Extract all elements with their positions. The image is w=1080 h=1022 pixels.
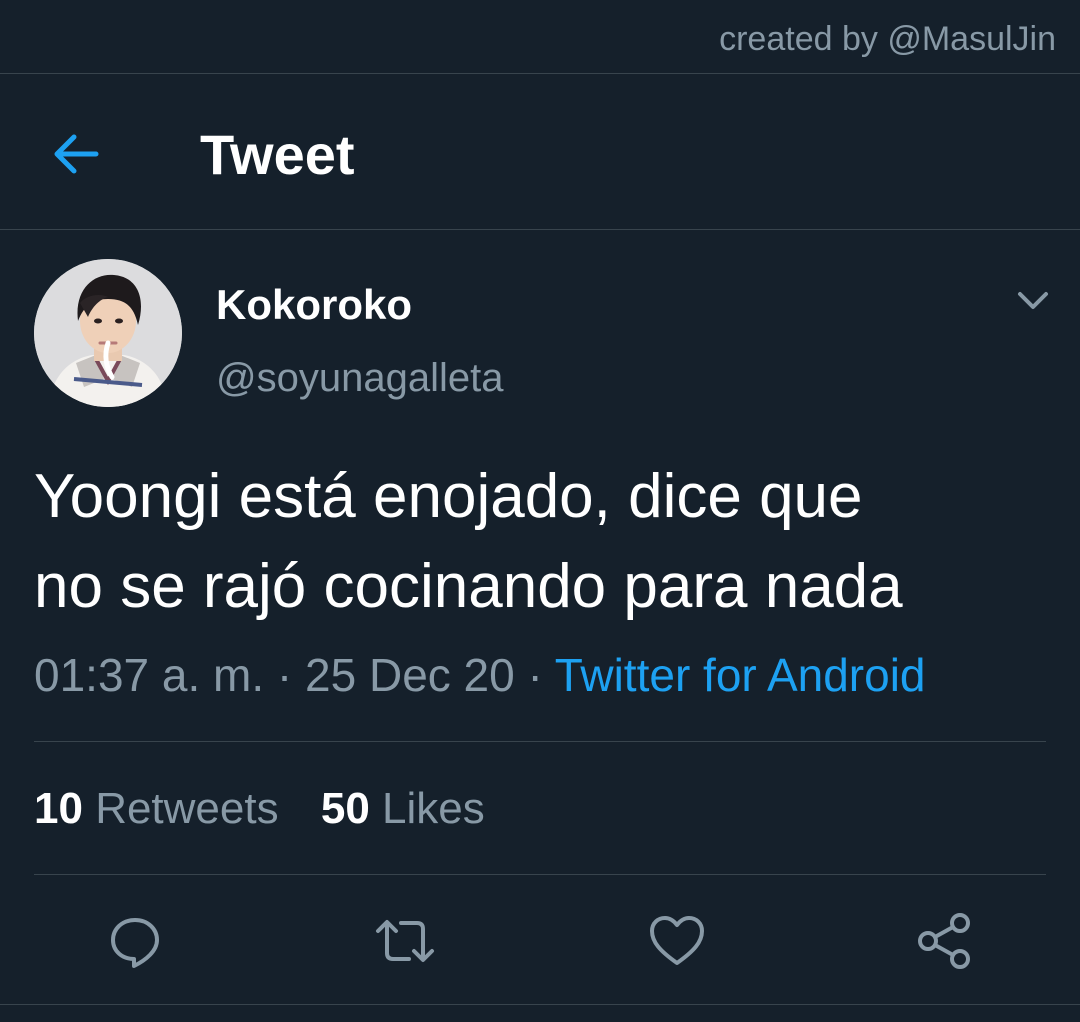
tweet-date: 25 Dec 20	[305, 649, 515, 701]
profile-photo	[34, 259, 182, 407]
tweet-stats: 10 Retweets 50 Likes	[34, 784, 515, 834]
tweet-meta: 01:37 a. m. · 25 Dec 20 · Twitter for An…	[34, 648, 926, 702]
retweets-stat[interactable]: 10 Retweets	[34, 784, 279, 834]
retweet-button[interactable]	[370, 906, 440, 976]
retweet-icon	[376, 920, 434, 962]
divider	[34, 741, 1046, 742]
divider	[34, 874, 1046, 875]
divider	[0, 1004, 1080, 1005]
avatar[interactable]	[34, 259, 182, 407]
tweet-source-link[interactable]: Twitter for Android	[555, 649, 926, 701]
tweet-text: Yoongi está enojado, dice que no se rajó…	[34, 452, 1044, 632]
action-bar	[0, 906, 1080, 976]
chevron-down-icon	[1018, 292, 1048, 309]
user-handle[interactable]: @soyunagalleta	[216, 356, 503, 401]
reply-icon	[111, 918, 159, 968]
page-title: Tweet	[200, 123, 355, 186]
back-button[interactable]	[46, 128, 108, 180]
share-icon	[918, 913, 970, 969]
credit-text: created by @MasulJin	[719, 20, 1056, 58]
tweet-text-line: no se rajó cocinando para nada	[34, 552, 903, 621]
meta-separator: ·	[527, 649, 543, 701]
like-icon	[650, 916, 704, 965]
likes-label: Likes	[382, 784, 485, 833]
display-name[interactable]: Kokoroko	[216, 281, 412, 329]
tweet-menu-button[interactable]	[1010, 280, 1056, 320]
arrow-left-icon	[54, 134, 99, 174]
retweets-count: 10	[34, 784, 83, 833]
likes-count: 50	[320, 784, 370, 833]
retweets-label: Retweets	[95, 784, 279, 833]
top-app-bar: Tweet	[0, 74, 1080, 230]
reply-button[interactable]	[100, 906, 170, 976]
tweet-time: 01:37 a. m.	[34, 649, 265, 701]
likes-stat[interactable]: 50 Likes	[321, 784, 485, 834]
meta-separator: ·	[276, 649, 293, 701]
credit-bar: created by @MasulJin	[0, 0, 1080, 74]
share-button[interactable]	[910, 906, 980, 976]
tweet-text-line: Yoongi está enojado, dice que	[34, 462, 863, 531]
like-button[interactable]	[642, 906, 712, 976]
